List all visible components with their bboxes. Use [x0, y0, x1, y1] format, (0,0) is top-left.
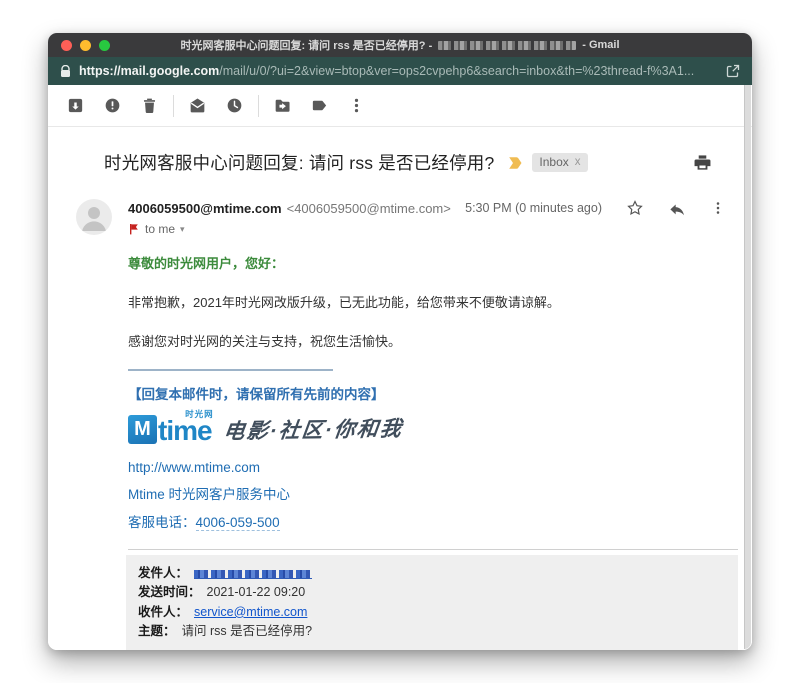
window-titlebar: 时光网客服中心问题回复: 请问 rss 是否已经停用? - - Gmail [48, 33, 752, 57]
quote-to-label: 收件人： [138, 603, 188, 622]
reply-button[interactable] [668, 201, 686, 216]
print-button[interactable] [693, 154, 712, 172]
inbox-label-chip[interactable]: Inbox x [532, 153, 587, 172]
quote-row-to: 收件人： service@mtime.com [138, 603, 726, 622]
mtime-logo-cn: 时光网 [185, 408, 214, 420]
quote-row-subject: 主题： 请问 rss 是否已经停用? [138, 622, 726, 641]
url-path: /mail/u/0/?ui=2&view=btop&ver=ops2cvpehp… [219, 64, 694, 78]
sender-address: <4006059500@mtime.com> [287, 201, 451, 216]
window-title-suffix: - Gmail [582, 39, 619, 51]
address-bar[interactable]: https://mail.google.com/mail/u/0/?ui=2&v… [48, 57, 752, 85]
sender-name: 4006059500@mtime.com [128, 201, 282, 216]
traffic-lights [61, 40, 110, 51]
reply-note: 【回复本邮件时，请保留所有先前的内容】 [128, 383, 692, 403]
body-paragraph-1: 非常抱歉，2021年时光网改版升级，已无此功能，给您带来不便敬请谅解。 [128, 292, 692, 311]
star-button[interactable] [626, 199, 644, 217]
url-domain: https://mail.google.com [79, 64, 219, 78]
browser-popup-window: 时光网客服中心问题回复: 请问 rss 是否已经停用? - - Gmail ht… [48, 33, 752, 650]
quote-date-value: 2021-01-22 09:20 [207, 583, 306, 602]
signature-divider [128, 369, 333, 371]
mtime-slogan: 电影·社区·你和我 [222, 412, 405, 445]
phone-number-link[interactable]: 4006-059-500 [196, 515, 280, 531]
snooze-button[interactable] [216, 91, 253, 121]
mtime-logo: M time 时光网 电影·社区·你和我 [128, 414, 692, 444]
delete-button[interactable] [131, 91, 168, 121]
message-time: 5:30 PM (0 minutes ago) [465, 201, 602, 215]
quote-from-label: 发件人： [138, 564, 188, 583]
show-details-caret-icon[interactable]: ▾ [180, 224, 185, 235]
mtime-logo-mark: M time 时光网 [128, 415, 212, 444]
quote-to-link[interactable]: service@mtime.com [194, 603, 307, 622]
quote-date-label: 发送时间： [138, 583, 201, 602]
message-body: 尊敬的时光网用户，您好： 非常抱歉，2021年时光网改版升级，已无此功能，给您带… [48, 253, 752, 531]
greeting-text: 尊敬的时光网用户，您好： [128, 253, 692, 272]
to-me-label: to me [145, 222, 175, 236]
message-subject: 时光网客服中心问题回复: 请问 rss 是否已经停用? [104, 150, 494, 175]
quote-row-date: 发送时间： 2021-01-22 09:20 [138, 583, 726, 602]
toolbar-divider [258, 95, 259, 117]
service-center-text: Mtime 时光网客户服务中心 [128, 483, 290, 503]
report-spam-button[interactable] [94, 91, 131, 121]
redacted-account-email [438, 41, 576, 50]
minimize-window-button[interactable] [80, 40, 91, 51]
importance-marker-icon[interactable] [508, 156, 524, 170]
service-phone-line: 客服电话：4006-059-500 [128, 511, 280, 531]
mtime-logo-time: time [158, 418, 212, 444]
open-in-new-window-icon[interactable] [726, 64, 740, 78]
zoom-window-button[interactable] [99, 40, 110, 51]
window-title-prefix: 时光网客服中心问题回复: 请问 rss 是否已经停用? - [180, 37, 432, 53]
labels-button[interactable] [301, 91, 338, 121]
message-more-button[interactable] [710, 200, 726, 216]
quoted-message-header: 发件人： 发送时间： 2021-01-22 09:20 收件人： service… [126, 555, 738, 650]
phone-label: 客服电话： [128, 515, 196, 530]
gmail-message-view: 时光网客服中心问题回复: 请问 rss 是否已经停用? Inbox x 4006… [48, 85, 752, 650]
body-paragraph-2: 感谢您对时光网的关注与支持，祝您生活愉快。 [128, 331, 692, 350]
url-text[interactable]: https://mail.google.com/mail/u/0/?ui=2&v… [79, 64, 718, 78]
sender-avatar [76, 199, 112, 235]
move-to-button[interactable] [264, 91, 301, 121]
sender-line: 4006059500@mtime.com <4006059500@mtime.c… [128, 199, 726, 217]
remove-label-icon[interactable]: x [575, 156, 581, 168]
message-meta: 5:30 PM (0 minutes ago) [465, 199, 726, 217]
mtime-logo-m: M [128, 415, 157, 444]
redacted-sender-email [194, 570, 312, 579]
lock-icon [60, 65, 71, 78]
archive-button[interactable] [57, 91, 94, 121]
message-toolbar [48, 85, 752, 127]
vertical-scrollbar[interactable] [744, 85, 751, 649]
quote-divider [128, 549, 738, 550]
close-window-button[interactable] [61, 40, 72, 51]
inbox-label-text: Inbox [539, 155, 568, 169]
subject-row: 时光网客服中心问题回复: 请问 rss 是否已经停用? Inbox x [104, 150, 726, 175]
toolbar-divider [173, 95, 174, 117]
sender-main: 4006059500@mtime.com <4006059500@mtime.c… [128, 199, 726, 236]
quote-subject-label: 主题： [138, 622, 176, 641]
sender-block: 4006059500@mtime.com <4006059500@mtime.c… [76, 199, 726, 236]
quote-subject-value: 请问 rss 是否已经停用? [182, 622, 313, 641]
mtime-site-link[interactable]: http://www.mtime.com [128, 460, 260, 475]
mark-unread-button[interactable] [179, 91, 216, 121]
quote-row-from: 发件人： [138, 564, 726, 583]
no-encryption-icon [128, 223, 140, 235]
more-options-button[interactable] [338, 91, 375, 121]
window-title: 时光网客服中心问题回复: 请问 rss 是否已经停用? - - Gmail [180, 37, 619, 53]
recipient-line[interactable]: to me ▾ [128, 222, 726, 236]
